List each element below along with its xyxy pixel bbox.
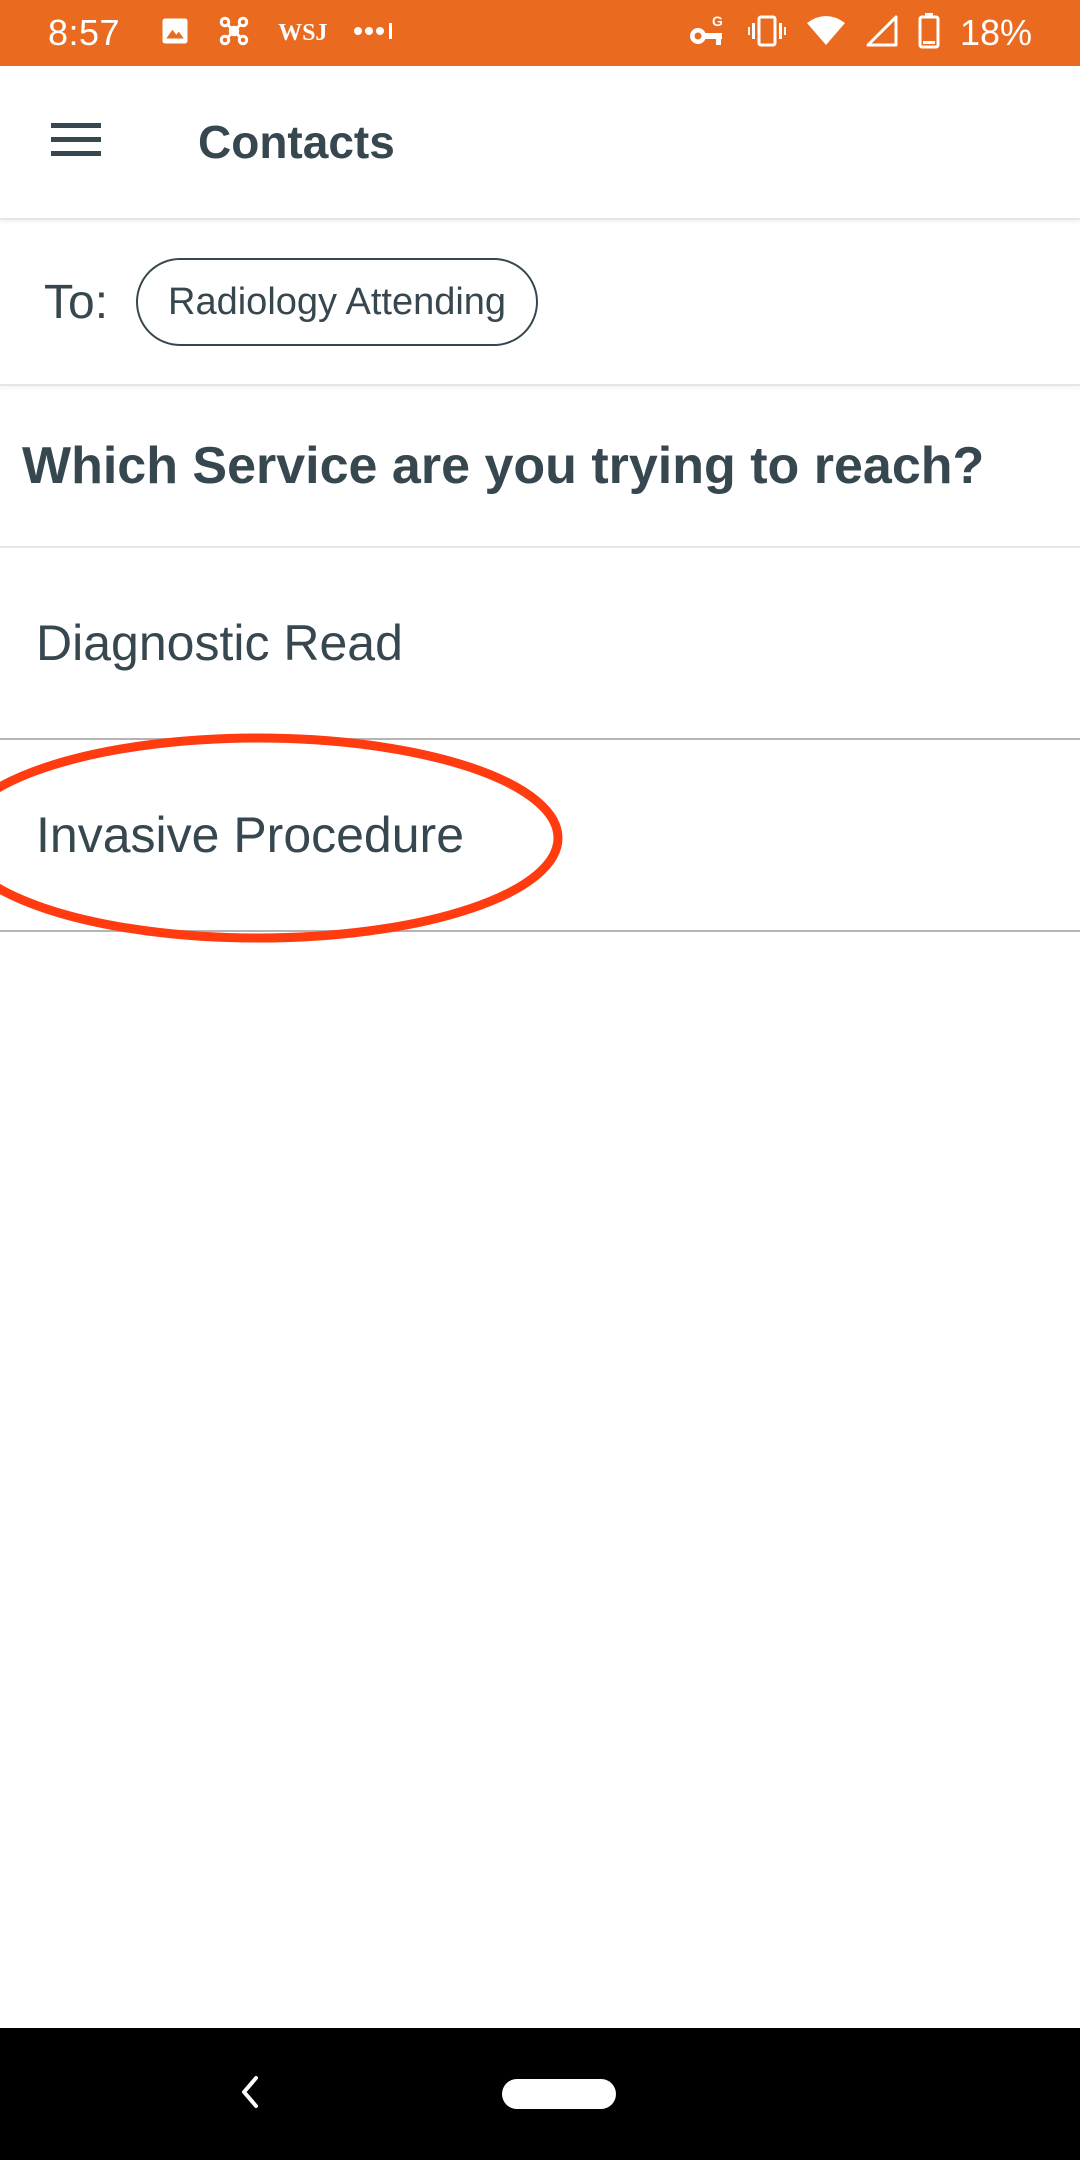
wifi-icon — [806, 15, 846, 52]
recipient-row: To: Radiology Attending — [0, 220, 1080, 386]
service-list: Diagnostic Read Invasive Procedure — [0, 548, 1080, 932]
status-system-icons: G 18% — [688, 12, 1032, 55]
battery-percent: 18% — [959, 12, 1032, 53]
hamburger-menu-button[interactable] — [40, 106, 112, 178]
vibrate-icon — [747, 15, 786, 52]
status-bar: 8:57 WSJ G 18% — [0, 0, 1080, 66]
svg-text:G: G — [712, 13, 723, 29]
status-time: 8:57 — [48, 12, 121, 53]
service-item-invasive-procedure[interactable]: Invasive Procedure — [0, 740, 1080, 932]
recipient-chip[interactable]: Radiology Attending — [136, 258, 539, 346]
to-label: To: — [44, 275, 109, 329]
app-bar: Contacts — [0, 66, 1080, 220]
image-icon — [160, 16, 190, 51]
service-question: Which Service are you trying to reach? — [0, 386, 1080, 548]
service-item-label: Diagnostic Read — [36, 615, 403, 671]
recipient-chip-label: Radiology Attending — [168, 280, 507, 323]
service-item-diagnostic-read[interactable]: Diagnostic Read — [0, 548, 1080, 740]
vpn-key-icon: G — [688, 12, 728, 55]
page-title: Contacts — [198, 116, 395, 168]
back-button[interactable] — [222, 2066, 278, 2122]
battery-icon — [918, 12, 940, 54]
service-item-label: Invasive Procedure — [36, 807, 465, 863]
cell-signal-icon — [866, 15, 898, 52]
system-nav-bar — [0, 2028, 1080, 2160]
home-pill-icon[interactable] — [502, 2079, 616, 2109]
wsj-icon: WSJ — [278, 19, 328, 46]
back-chevron-icon — [236, 2074, 264, 2115]
hamburger-menu-icon — [49, 120, 103, 165]
app-icon — [216, 13, 252, 54]
status-notification-icons: WSJ — [160, 13, 397, 54]
more-dots-icon — [353, 21, 397, 46]
